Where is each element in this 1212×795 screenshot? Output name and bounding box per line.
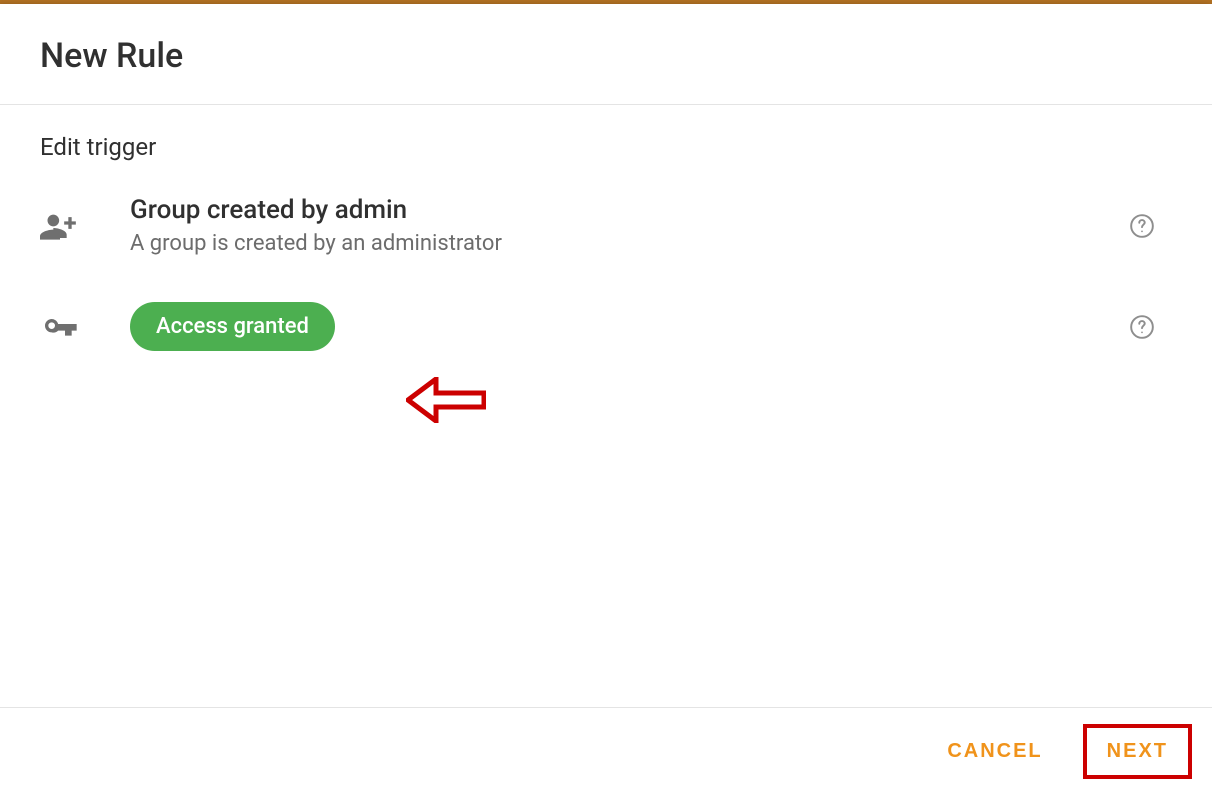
edit-trigger-heading: Edit trigger (40, 133, 1172, 161)
help-button[interactable] (1112, 213, 1172, 239)
trigger-row-access-granted[interactable]: Access granted (40, 302, 1172, 351)
help-icon (1129, 213, 1155, 239)
modal-header: New Rule (0, 4, 1212, 105)
cancel-button[interactable]: CANCEL (925, 724, 1064, 779)
trigger-row-group-created[interactable]: Group created by admin A group is create… (40, 195, 1172, 256)
trigger-description: A group is created by an administrator (130, 231, 1112, 256)
next-button[interactable]: NEXT (1083, 724, 1192, 779)
modal-title: New Rule (40, 36, 1172, 76)
trigger-title: Group created by admin (130, 195, 1112, 225)
access-granted-chip[interactable]: Access granted (130, 302, 335, 351)
help-icon (1129, 314, 1155, 340)
key-icon (40, 305, 130, 349)
trigger-text: Access granted (130, 302, 1112, 351)
trigger-text: Group created by admin A group is create… (130, 195, 1112, 256)
modal-footer: CANCEL NEXT (0, 707, 1212, 795)
group-add-icon (40, 204, 130, 248)
modal-body: Edit trigger Group created by admin A gr… (0, 105, 1212, 417)
new-rule-modal: New Rule Edit trigger Group created by a… (0, 4, 1212, 795)
help-button[interactable] (1112, 314, 1172, 340)
